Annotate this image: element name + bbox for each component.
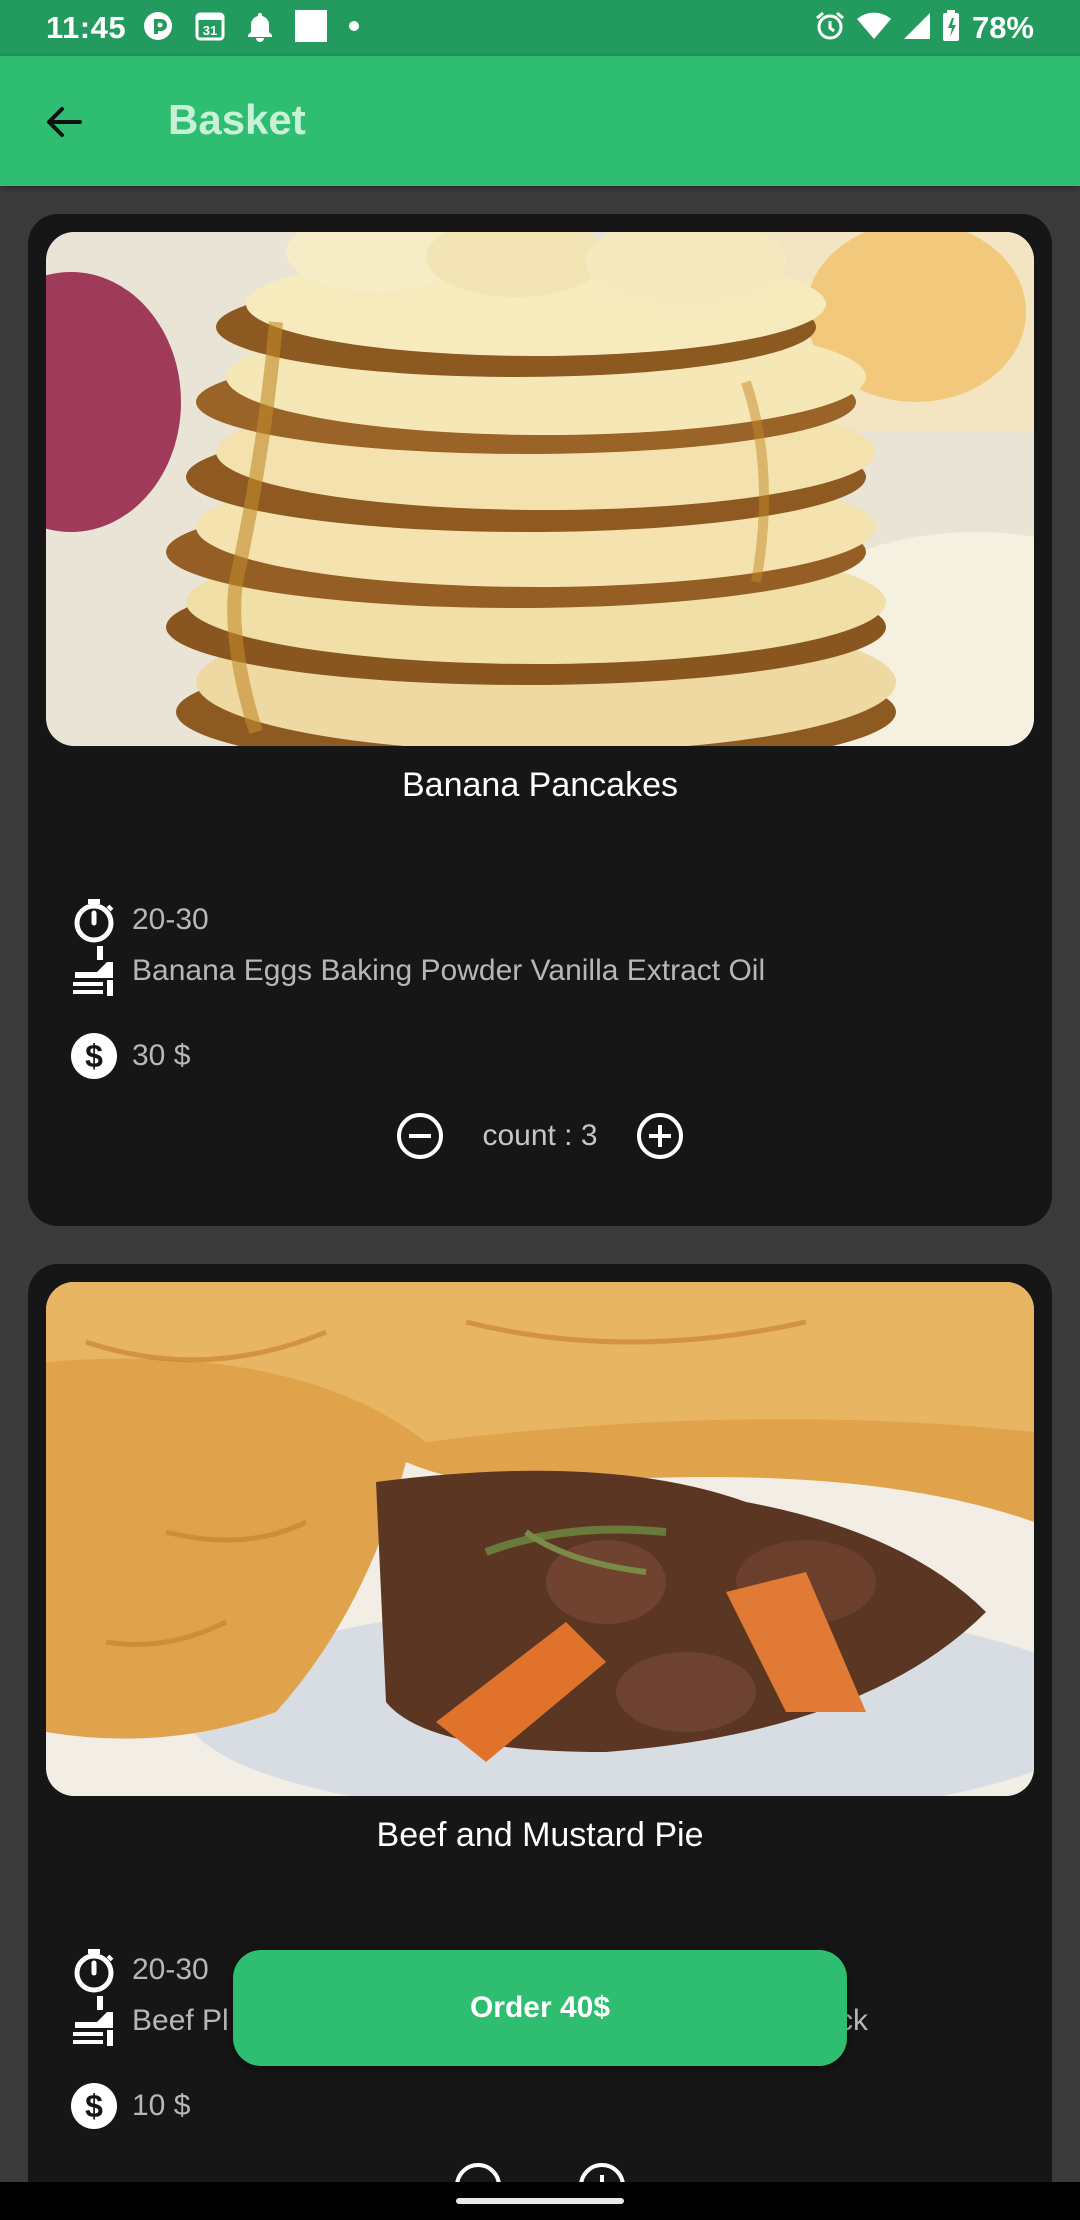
dot-icon bbox=[348, 19, 360, 37]
item-title: Banana Pancakes bbox=[402, 766, 678, 804]
basket-item-card: Banana Pancakes 20-30 Banana Eggs Baking… bbox=[28, 214, 1052, 1226]
app-bar: Basket bbox=[0, 56, 1080, 186]
battery-percentage: 78% bbox=[971, 10, 1034, 45]
alarm-icon bbox=[814, 10, 846, 47]
status-notification-icons: 31 bbox=[142, 9, 360, 48]
timer-icon bbox=[68, 1944, 120, 1996]
quantity-count: count : 3 bbox=[482, 1119, 598, 1152]
svg-text:$: $ bbox=[85, 2088, 103, 2124]
ingredients-value: Banana Eggs Baking Powder Vanilla Extrac… bbox=[132, 954, 766, 987]
plus-circle-icon bbox=[636, 1113, 683, 1159]
calendar-icon: 31 bbox=[194, 10, 226, 47]
price-value: 10 $ bbox=[132, 2089, 191, 2122]
price-row: $ 30 $ bbox=[68, 1030, 190, 1082]
prep-time-row: 20-30 bbox=[68, 894, 209, 946]
pocket-casts-icon bbox=[142, 10, 174, 47]
prep-time-value: 20-30 bbox=[132, 903, 209, 936]
decrease-quantity-button[interactable] bbox=[394, 1110, 446, 1162]
wifi-icon bbox=[856, 11, 892, 46]
system-navigation-bar bbox=[0, 2182, 1080, 2220]
status-bar: 11:45 31 78% bbox=[0, 0, 1080, 56]
status-time: 11:45 bbox=[46, 10, 127, 45]
increase-quantity-button[interactable] bbox=[634, 1110, 686, 1162]
dollar-icon: $ bbox=[68, 2080, 120, 2132]
back-button[interactable] bbox=[34, 94, 94, 154]
timer-icon bbox=[68, 894, 120, 946]
ingredients-row: Banana Eggs Baking Powder Vanilla Extrac… bbox=[68, 944, 765, 996]
room-service-icon bbox=[68, 1994, 120, 2046]
banana-pancakes-image bbox=[46, 232, 1034, 746]
price-row: $ 10 $ bbox=[68, 2080, 190, 2132]
prep-time-value: 20-30 bbox=[132, 1953, 209, 1986]
item-title: Beef and Mustard Pie bbox=[376, 1816, 704, 1854]
ingredients-value-start: Beef Pl bbox=[132, 2004, 229, 2037]
quantity-stepper: count : 3 bbox=[28, 1110, 1052, 1162]
minus-circle-icon bbox=[397, 1113, 444, 1159]
prep-time-row: 20-30 bbox=[68, 1944, 209, 1996]
signal-icon bbox=[902, 11, 932, 46]
order-button[interactable]: Order 40$ bbox=[233, 1950, 847, 2066]
room-service-icon bbox=[68, 944, 120, 996]
price-value: 30 $ bbox=[132, 1039, 191, 1072]
svg-text:31: 31 bbox=[203, 23, 217, 38]
home-gesture-handle[interactable] bbox=[456, 2198, 624, 2204]
page-title: Basket bbox=[168, 96, 306, 143]
svg-text:$: $ bbox=[85, 1038, 103, 1074]
dollar-icon: $ bbox=[68, 1030, 120, 1082]
arrow-back-icon bbox=[44, 102, 84, 147]
square-notification-icon bbox=[294, 9, 328, 48]
notification-bell-icon bbox=[246, 10, 274, 47]
beef-and-mustard-pie-image bbox=[46, 1282, 1034, 1796]
status-system-icons: 78% bbox=[814, 9, 1034, 47]
basket-item-card: Beef and Mustard Pie 20-30 Beef Pl ck $ … bbox=[28, 1264, 1052, 2220]
battery-icon bbox=[942, 9, 960, 47]
